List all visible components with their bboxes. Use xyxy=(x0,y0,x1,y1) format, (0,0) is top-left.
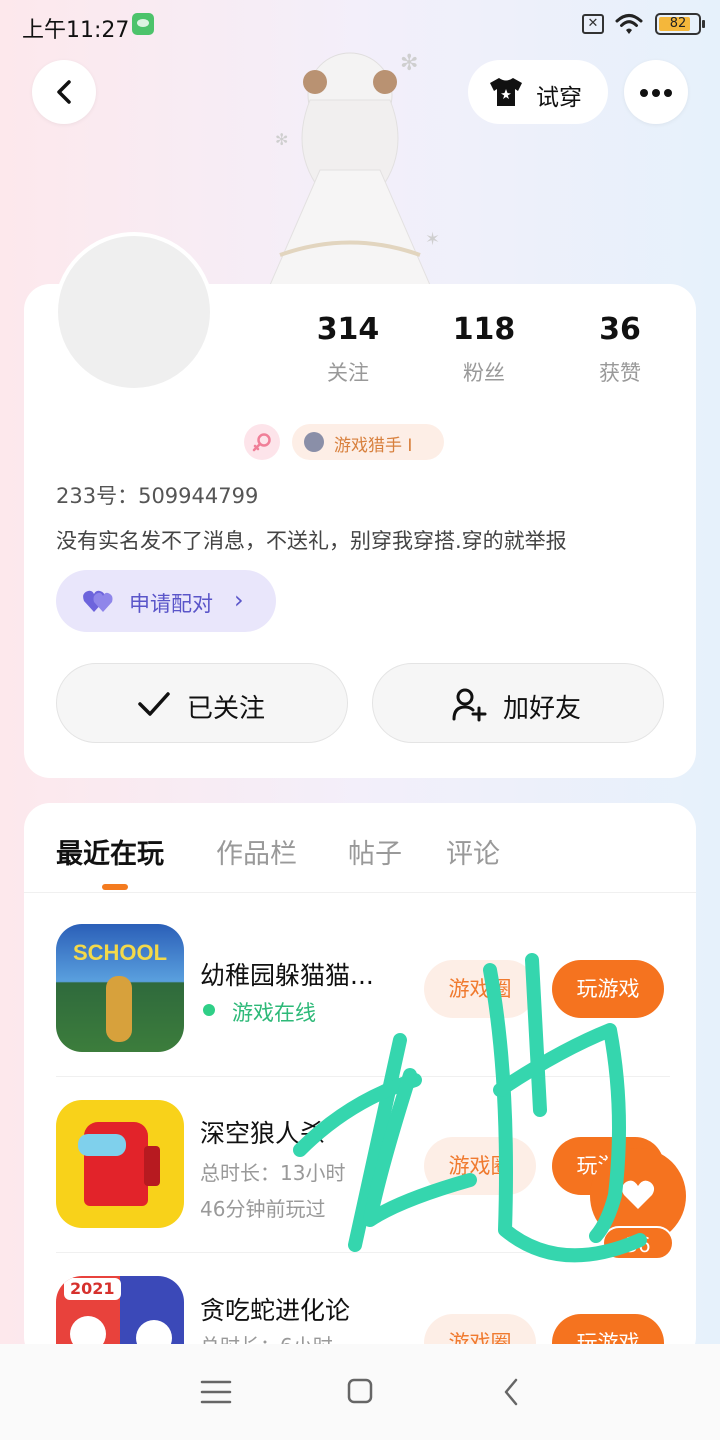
user-id: 233号：509944799 xyxy=(56,484,259,508)
stat-fans-value: 118 xyxy=(452,312,516,347)
avatar-character-image: ✻ ✻ ✶ xyxy=(269,51,440,286)
heart-icon xyxy=(621,1180,655,1209)
double-heart-icon xyxy=(83,590,113,612)
game-icon-kindergarten[interactable]: SCHOOL xyxy=(56,924,184,1052)
title-badge-label: 游戏猎手 I xyxy=(334,436,413,456)
battery-level: 82 xyxy=(669,16,687,31)
tab-comments[interactable]: 评论 xyxy=(446,832,500,871)
stat-fans[interactable]: 118 粉丝 xyxy=(424,312,544,387)
stat-likes-label: 获赞 xyxy=(599,361,641,385)
game-name[interactable]: 幼稚园躲猫猫... xyxy=(200,956,374,992)
svg-text:✻: ✻ xyxy=(400,51,418,76)
stat-following[interactable]: 314 关注 xyxy=(288,312,408,387)
avatar[interactable] xyxy=(54,232,214,392)
system-nav-bar xyxy=(0,1344,720,1440)
tab-works[interactable]: 作品栏 xyxy=(216,832,297,871)
add-friend-label: 加好友 xyxy=(503,694,582,724)
tshirt-icon xyxy=(490,78,522,106)
home-icon[interactable] xyxy=(340,1376,380,1408)
like-count: 36 xyxy=(602,1226,674,1260)
game-circle-button[interactable]: 游戏圈 xyxy=(424,1314,536,1344)
game-last-played: 46分钟前玩过 xyxy=(200,1197,326,1221)
tab-divider xyxy=(24,892,696,893)
game-icon-school-text: SCHOOL xyxy=(72,940,168,965)
play-game-button[interactable]: 玩游戏 xyxy=(552,1314,664,1344)
title-badge[interactable]: 游戏猎手 I xyxy=(292,424,444,460)
stat-likes-value: 36 xyxy=(599,312,641,347)
game-icon-snake-evolution[interactable]: 2021 xyxy=(56,1276,184,1344)
stat-fans-label: 粉丝 xyxy=(463,361,505,385)
more-button[interactable] xyxy=(624,60,688,124)
tab-recently-played[interactable]: 最近在玩 xyxy=(56,832,164,871)
user-bio: 没有实名发不了消息，不送礼，别穿我穿搭.穿的就举报 xyxy=(56,529,567,553)
game-icon-year-text: 2021 xyxy=(64,1278,121,1300)
game-total-time: 总时长：13小时 xyxy=(200,1161,346,1185)
tab-indicator xyxy=(102,884,128,890)
svg-text:✶: ✶ xyxy=(425,229,440,250)
check-icon xyxy=(138,692,170,716)
online-status-dot xyxy=(203,1004,215,1016)
followed-button[interactable]: 已关注 xyxy=(56,663,348,743)
svg-text:✻: ✻ xyxy=(275,130,288,149)
gender-badge xyxy=(244,424,280,460)
play-game-button[interactable]: 玩游戏 xyxy=(552,960,664,1018)
game-icon-space-werewolf[interactable] xyxy=(56,1100,184,1228)
medal-icon xyxy=(304,432,324,452)
battery-icon: 82 xyxy=(655,13,705,35)
stat-following-value: 314 xyxy=(316,312,380,347)
try-on-label: 试穿 xyxy=(536,85,582,111)
status-time: 上午11:27 xyxy=(22,18,130,43)
back-icon xyxy=(57,80,71,104)
apply-pair-label: 申请配对 xyxy=(129,592,213,616)
apply-pair-button[interactable]: 申请配对 › xyxy=(56,570,276,632)
stat-following-label: 关注 xyxy=(327,361,369,385)
followed-label: 已关注 xyxy=(187,694,266,724)
game-name[interactable]: 深空狼人杀 xyxy=(200,1114,325,1150)
menu-icon[interactable] xyxy=(196,1376,236,1408)
game-circle-button[interactable]: 游戏圈 xyxy=(424,1137,536,1195)
wifi-icon xyxy=(615,14,643,34)
female-icon xyxy=(252,433,271,452)
sim-off-icon: ✕ xyxy=(582,14,604,34)
row-divider xyxy=(56,1252,670,1253)
stat-likes[interactable]: 36 获赞 xyxy=(560,312,680,387)
game-online-status: 游戏在线 xyxy=(232,1001,316,1025)
try-on-button[interactable]: 试穿 xyxy=(468,60,608,124)
app-notification-icon xyxy=(132,13,154,35)
tab-posts[interactable]: 帖子 xyxy=(348,832,402,871)
back-button[interactable] xyxy=(32,60,96,124)
chevron-right-icon: › xyxy=(234,586,244,614)
add-user-icon xyxy=(452,688,487,722)
game-circle-button[interactable]: 游戏圈 xyxy=(424,960,536,1018)
row-divider xyxy=(56,1076,670,1077)
game-name[interactable]: 贪吃蛇进化论 xyxy=(200,1291,350,1327)
game-total-time: 总时长：6小时 xyxy=(200,1330,333,1344)
back-nav-icon[interactable] xyxy=(492,1376,532,1408)
add-friend-button[interactable]: 加好友 xyxy=(372,663,664,743)
